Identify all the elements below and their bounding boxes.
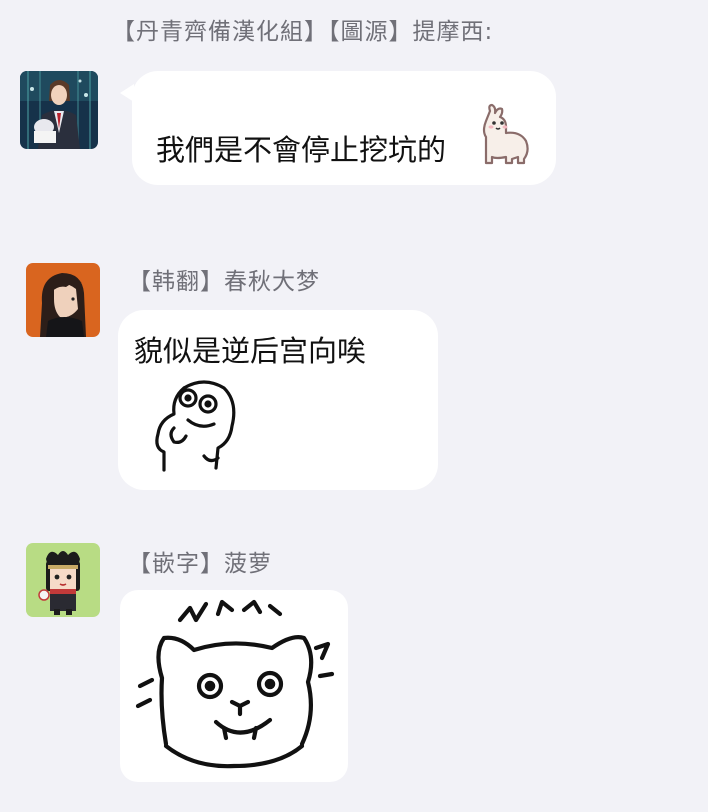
chat-thread: 【丹青齊備漢化組】【圖源】提摩西: 我們是不會停止挖坑的 【韩翻】春秋大梦 貌似… — [0, 0, 708, 812]
avatar[interactable] — [26, 543, 100, 617]
avatar[interactable] — [20, 71, 98, 149]
avatar-chibi-girl-green-icon — [26, 543, 100, 617]
alpaca-emoji-icon — [472, 101, 532, 165]
avatar-anime-man-suit-icon — [20, 71, 98, 149]
message-bubble[interactable]: 我們是不會停止挖坑的 — [132, 71, 556, 185]
sender-name: 【嵌字】菠萝 — [128, 551, 272, 577]
sticker-bubble[interactable] — [120, 590, 348, 782]
sender-name: 【丹青齊備漢化組】【圖源】提摩西: — [112, 19, 494, 45]
avatar[interactable] — [26, 263, 100, 337]
doodle-creature-sticker-icon — [144, 372, 244, 472]
message-text: 我們是不會停止挖坑的 — [156, 133, 447, 167]
shocked-cat-sticker-icon — [132, 596, 336, 778]
message-text: 貌似是逆后宫向唉 — [134, 334, 367, 368]
sender-name: 【韩翻】春秋大梦 — [128, 269, 320, 295]
avatar-anime-long-hair-orange-icon — [26, 263, 100, 337]
message-bubble[interactable]: 貌似是逆后宫向唉 — [118, 310, 438, 490]
